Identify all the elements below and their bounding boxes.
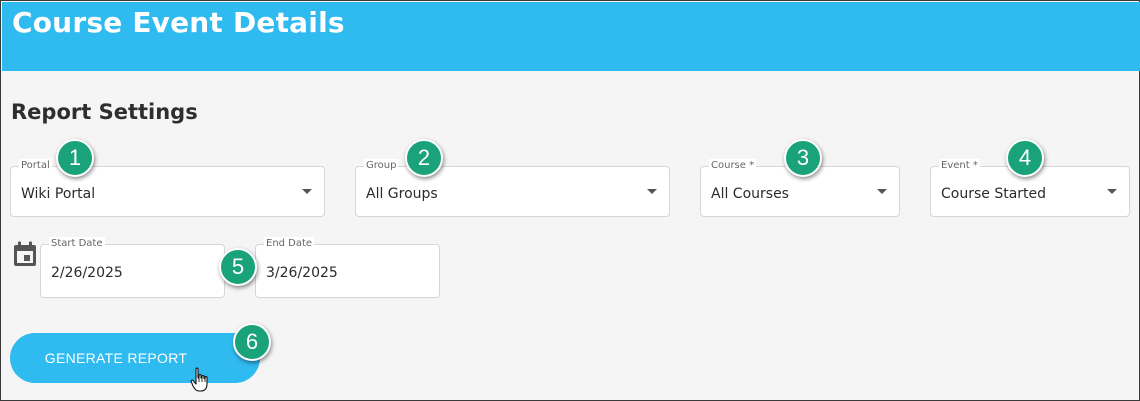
caret-down-icon <box>877 189 887 194</box>
course-value: All Courses <box>711 186 789 202</box>
step-badge-4: 4 <box>1006 139 1044 177</box>
event-value: Course Started <box>941 186 1047 202</box>
step-badge-1: 1 <box>56 139 94 177</box>
calendar-icon[interactable] <box>13 241 37 267</box>
group-select[interactable]: Group All Groups <box>355 159 670 217</box>
caret-down-icon <box>1107 189 1117 194</box>
page-header: Course Event Details <box>2 2 1140 71</box>
portal-value: Wiki Portal <box>21 186 96 202</box>
end-date-value: 3/26/2025 <box>266 265 338 281</box>
hand-pointer-icon <box>190 367 208 392</box>
portal-label: Portal <box>19 159 52 173</box>
step-badge-5: 5 <box>219 248 257 286</box>
start-date-field[interactable]: Start Date 2/26/2025 <box>40 237 225 298</box>
end-date-field[interactable]: End Date 3/26/2025 <box>255 237 440 298</box>
start-date-value: 2/26/2025 <box>51 265 123 281</box>
group-label: Group <box>364 159 399 173</box>
page-title: Course Event Details <box>12 6 345 39</box>
course-label: Course * <box>709 159 757 173</box>
step-badge-6: 6 <box>233 323 271 361</box>
step-badge-3: 3 <box>784 139 822 177</box>
group-value: All Groups <box>366 186 438 202</box>
section-title: Report Settings <box>11 100 198 124</box>
portal-select[interactable]: Portal Wiki Portal <box>10 159 325 217</box>
caret-down-icon <box>302 189 312 194</box>
page-frame: Course Event Details Report Settings Por… <box>0 0 1140 401</box>
step-badge-2: 2 <box>405 139 443 177</box>
caret-down-icon <box>647 189 657 194</box>
generate-report-label: GENERATE REPORT <box>44 350 188 366</box>
generate-report-button[interactable]: GENERATE REPORT <box>10 333 260 383</box>
start-date-label: Start Date <box>49 237 105 251</box>
end-date-label: End Date <box>264 237 315 251</box>
event-label: Event * <box>939 159 980 173</box>
